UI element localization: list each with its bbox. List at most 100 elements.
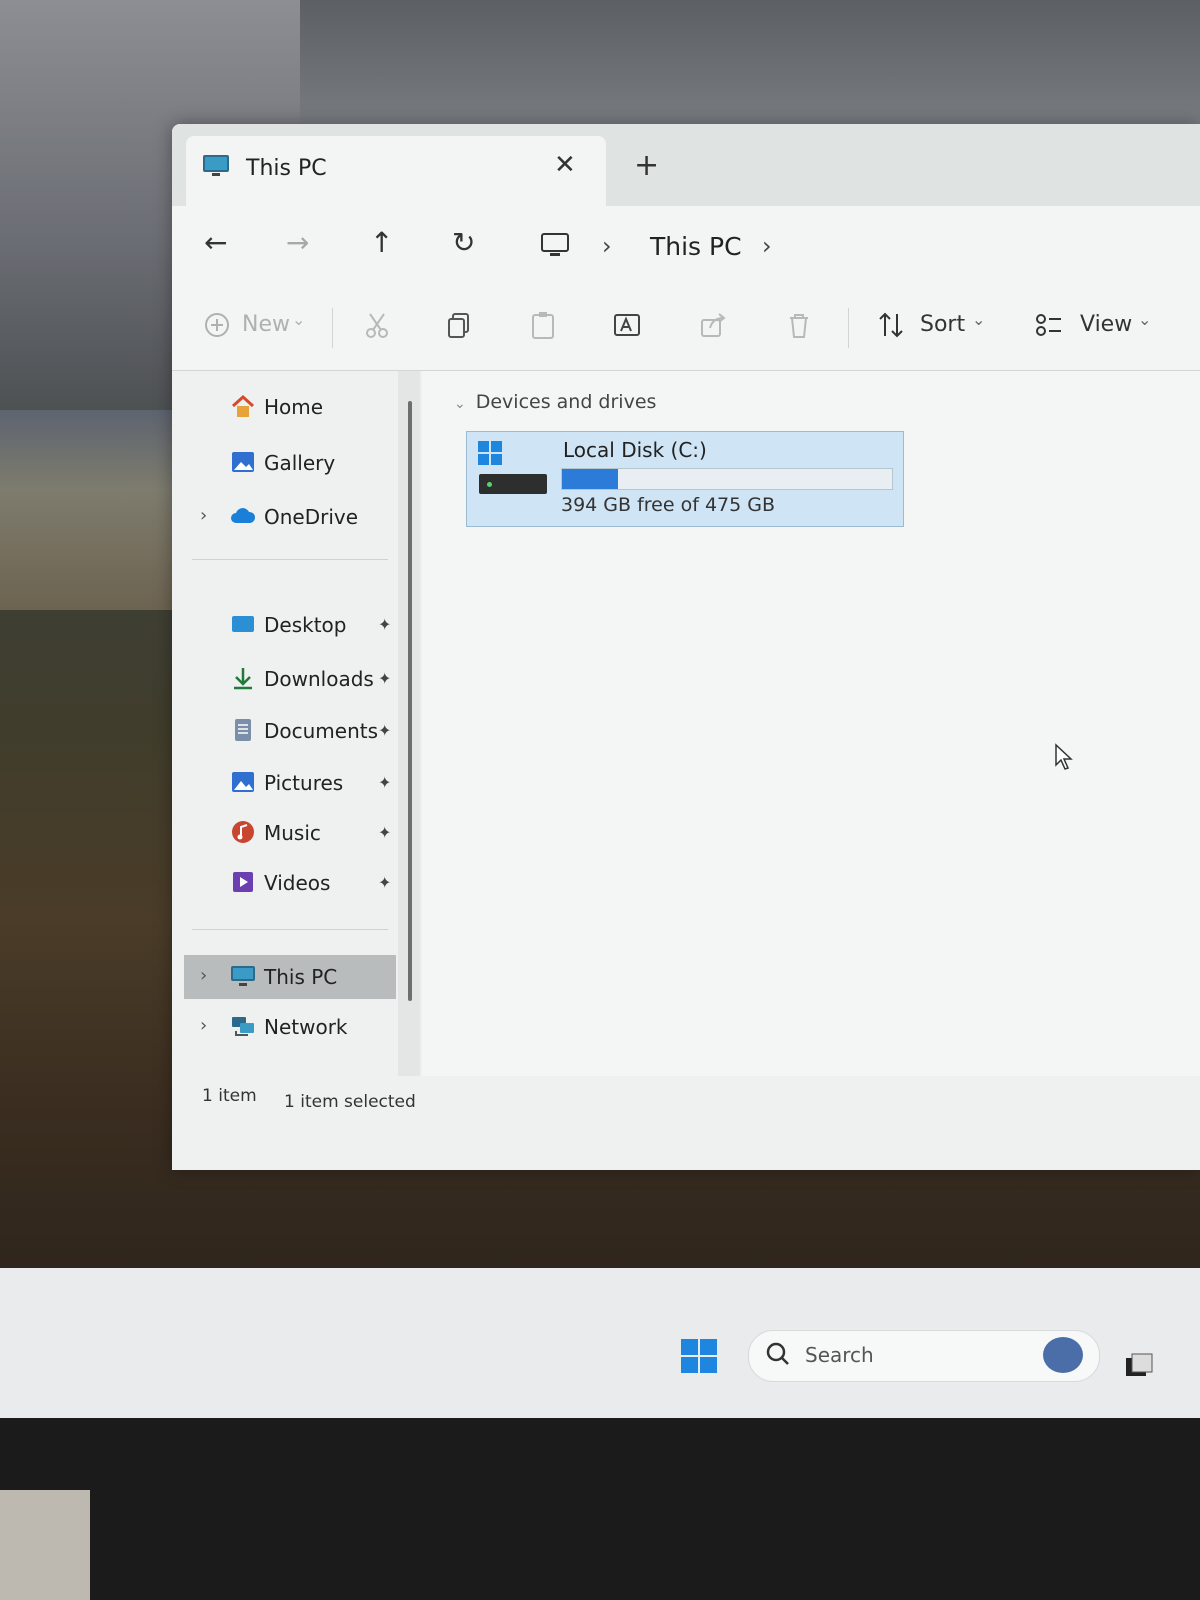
- delete-icon[interactable]: [784, 310, 814, 340]
- wallpaper-hills: [0, 410, 180, 610]
- new-button[interactable]: New: [242, 312, 290, 337]
- hard-drive-icon: [479, 474, 547, 494]
- sidebar-item-onedrive[interactable]: › OneDrive: [172, 495, 402, 539]
- new-tab-button[interactable]: +: [634, 148, 659, 183]
- desktop-folder-icon: [232, 616, 254, 632]
- view-list-icon: [1036, 314, 1061, 336]
- tab-this-pc[interactable]: This PC ✕: [186, 136, 606, 206]
- breadcrumb-separator[interactable]: ›: [602, 232, 612, 260]
- sidebar-item-label: Desktop: [264, 613, 347, 637]
- sidebar-item-gallery[interactable]: Gallery: [172, 441, 402, 485]
- monitor-icon[interactable]: [540, 232, 570, 258]
- sidebar-divider: [192, 929, 388, 930]
- new-dropdown-caret[interactable]: ⌄: [292, 310, 305, 329]
- share-icon[interactable]: [698, 310, 728, 340]
- home-icon: [231, 394, 255, 417]
- file-list-area[interactable]: ⌄ Devices and drives Local Disk (C:) 394 …: [422, 371, 1200, 1076]
- expand-chevron-icon[interactable]: ›: [200, 1015, 207, 1036]
- sidebar-divider: [192, 559, 388, 560]
- windows-start-icon[interactable]: [680, 1338, 718, 1374]
- navigation-pane: Home Gallery › OneDrive Desktop ✦ Downlo…: [172, 371, 420, 1076]
- sidebar-item-documents[interactable]: Documents ✦: [172, 709, 402, 753]
- sort-dropdown-caret[interactable]: ⌄: [972, 310, 985, 329]
- pin-icon[interactable]: ✦: [378, 823, 391, 842]
- search-icon: [766, 1342, 789, 1365]
- back-button[interactable]: ←: [204, 226, 227, 259]
- pin-icon[interactable]: ✦: [378, 721, 391, 740]
- title-bar: This PC ✕ +: [172, 124, 1200, 206]
- status-bar: 1 item 1 item selected: [172, 1076, 1200, 1170]
- toolbar-divider: [848, 308, 849, 348]
- pin-icon[interactable]: ✦: [378, 873, 391, 892]
- windows-logo-icon: [478, 441, 502, 465]
- drive-led: [487, 482, 492, 487]
- pin-icon[interactable]: ✦: [378, 669, 391, 688]
- music-icon: [232, 821, 254, 843]
- expand-chevron-icon[interactable]: ›: [200, 965, 207, 986]
- drive-free-space: 394 GB free of 475 GB: [561, 494, 776, 516]
- sidebar-item-label: Music: [264, 821, 321, 845]
- expand-chevron-icon[interactable]: ›: [200, 505, 207, 526]
- close-tab-icon[interactable]: ✕: [554, 150, 576, 180]
- taskbar-app-icon[interactable]: [1124, 1352, 1154, 1378]
- wallpaper-clouds: [300, 0, 1200, 140]
- sidebar-item-videos[interactable]: Videos ✦: [172, 861, 402, 905]
- taskbar-search-box[interactable]: Search: [748, 1330, 1100, 1382]
- sidebar-item-downloads[interactable]: Downloads ✦: [172, 657, 402, 701]
- sidebar-item-network[interactable]: › Network: [172, 1005, 402, 1049]
- sidebar-item-pictures[interactable]: Pictures ✦: [172, 761, 402, 805]
- view-button[interactable]: View: [1080, 312, 1132, 337]
- sidebar-item-music[interactable]: Music ✦: [172, 811, 402, 855]
- videos-icon: [233, 872, 253, 892]
- collapse-chevron-icon[interactable]: ⌄: [454, 396, 466, 412]
- toolbar-divider: [332, 308, 333, 348]
- refresh-button[interactable]: ↻: [452, 226, 475, 259]
- pictures-icon: [232, 772, 254, 792]
- breadcrumb-this-pc[interactable]: This PC: [650, 232, 742, 261]
- pin-icon[interactable]: ✦: [378, 615, 391, 634]
- sort-button[interactable]: Sort: [920, 312, 965, 337]
- gallery-icon: [232, 452, 254, 472]
- monitor-icon: [203, 155, 229, 176]
- taskbar: Search: [0, 1268, 1200, 1418]
- pin-icon[interactable]: ✦: [378, 773, 391, 792]
- documents-icon: [235, 719, 251, 741]
- sidebar-item-label: Documents: [264, 719, 379, 743]
- sidebar-item-label: Downloads: [264, 667, 374, 691]
- search-placeholder: Search: [805, 1343, 874, 1367]
- monitor-icon: [231, 966, 255, 986]
- desk-surface: [0, 1490, 90, 1600]
- sidebar-item-label: Network: [264, 1015, 348, 1039]
- sidebar-item-label: This PC: [264, 965, 338, 989]
- drive-tile-local-disk[interactable]: Local Disk (C:) 394 GB free of 475 GB: [466, 431, 904, 527]
- mouse-pointer-icon: [1055, 743, 1073, 770]
- forward-button[interactable]: →: [286, 226, 309, 259]
- tab-title: This PC: [246, 156, 327, 181]
- view-dropdown-caret[interactable]: ⌄: [1138, 310, 1151, 329]
- selection-count: 1 item selected: [284, 1092, 416, 1112]
- drive-usage-fill: [562, 469, 619, 489]
- sort-icon: [879, 312, 903, 338]
- plus-circle-icon: [205, 313, 229, 337]
- group-header-devices[interactable]: ⌄ Devices and drives: [454, 391, 656, 413]
- copy-icon[interactable]: [444, 310, 474, 340]
- sidebar-item-desktop[interactable]: Desktop ✦: [172, 603, 402, 647]
- navigation-scrollbar[interactable]: [408, 401, 412, 1001]
- up-button[interactable]: ↑: [370, 226, 393, 259]
- sidebar-item-home[interactable]: Home: [172, 385, 402, 429]
- sidebar-item-label: Home: [264, 395, 324, 419]
- sidebar-item-label: Gallery: [264, 451, 336, 475]
- search-highlight-icon: [1043, 1337, 1083, 1373]
- laptop-bezel: [0, 1418, 1200, 1600]
- breadcrumb-separator[interactable]: ›: [762, 232, 772, 260]
- rename-icon[interactable]: [612, 310, 642, 340]
- sidebar-item-this-pc[interactable]: › This PC: [184, 955, 396, 999]
- command-bar: New ⌄ Sort ⌄ View ⌄: [172, 290, 1200, 371]
- item-count: 1 item: [202, 1086, 257, 1106]
- group-header-label: Devices and drives: [475, 391, 657, 413]
- paste-icon[interactable]: [528, 310, 558, 340]
- sidebar-item-label: Pictures: [264, 771, 344, 795]
- navigation-bar: ← → ↑ ↻ › This PC ›: [172, 206, 1200, 291]
- cut-icon[interactable]: [362, 310, 392, 340]
- cloud-icon: [231, 508, 256, 523]
